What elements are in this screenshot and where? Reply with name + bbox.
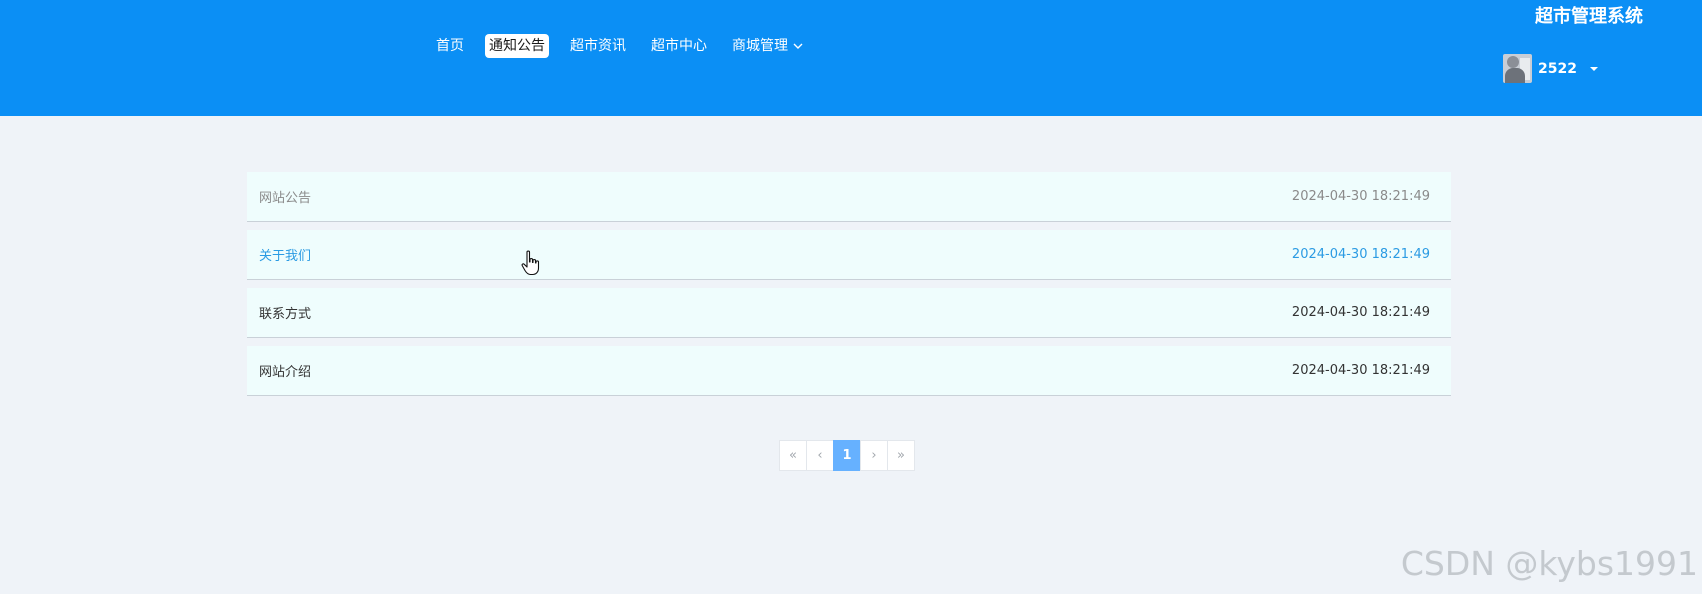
nav-item-label: 商城管理 [732,38,788,54]
nav-item-label: 首页 [436,38,464,54]
chevron-down-icon [793,43,803,49]
list-item[interactable]: 关于我们 2024-04-30 18:21:49 [247,230,1451,280]
notice-title: 联系方式 [259,307,312,322]
notice-date: 2024-04-30 18:21:49 [1291,189,1430,204]
nav-item-label: 超市资讯 [570,38,626,54]
notice-title: 网站公告 [259,191,312,206]
notice-title: 网站介绍 [259,365,312,380]
nav-item-mall-management[interactable]: 商城管理 [728,34,807,58]
hand-pointer-cursor-icon [521,250,540,276]
notice-list: 网站公告 2024-04-30 18:21:49 关于我们 2024-04-30… [247,172,1451,404]
notice-date: 2024-04-30 18:21:49 [1291,305,1430,320]
list-item[interactable]: 联系方式 2024-04-30 18:21:49 [247,288,1451,338]
watermark: CSDN @kybs1991 [1400,544,1698,583]
page-prev-button[interactable]: ‹ [806,440,834,471]
nav-item-center[interactable]: 超市中心 [647,34,711,58]
nav-item-label: 通知公告 [489,38,545,54]
notice-date: 2024-04-30 18:21:49 [1291,247,1430,262]
nav-item-home[interactable]: 首页 [432,34,468,58]
nav-item-notices[interactable]: 通知公告 [485,34,549,58]
user-name: 2522 [1538,60,1577,77]
nav-item-news[interactable]: 超市资讯 [566,34,630,58]
avatar [1503,54,1532,83]
page-next-button[interactable]: › [860,440,888,471]
nav-item-label: 超市中心 [651,38,707,54]
pagination: « ‹ 1 › » [779,440,915,471]
top-header: 首页 通知公告 超市资讯 超市中心 商城管理 超市管理系统 2522 [0,0,1702,116]
notice-date: 2024-04-30 18:21:49 [1291,363,1430,378]
list-item[interactable]: 网站公告 2024-04-30 18:21:49 [247,172,1451,222]
notice-title: 关于我们 [259,249,312,264]
caret-down-icon [1589,66,1598,71]
main-nav: 首页 通知公告 超市资讯 超市中心 商城管理 [432,34,824,58]
page-last-button[interactable]: » [887,440,915,471]
list-item[interactable]: 网站介绍 2024-04-30 18:21:49 [247,346,1451,396]
page: 首页 通知公告 超市资讯 超市中心 商城管理 超市管理系统 2522 网站公告 … [0,0,1702,594]
page-first-button[interactable]: « [779,440,807,471]
user-menu[interactable]: 2522 [1503,54,1598,83]
site-title: 超市管理系统 [1535,6,1643,27]
page-number-button[interactable]: 1 [833,440,861,471]
